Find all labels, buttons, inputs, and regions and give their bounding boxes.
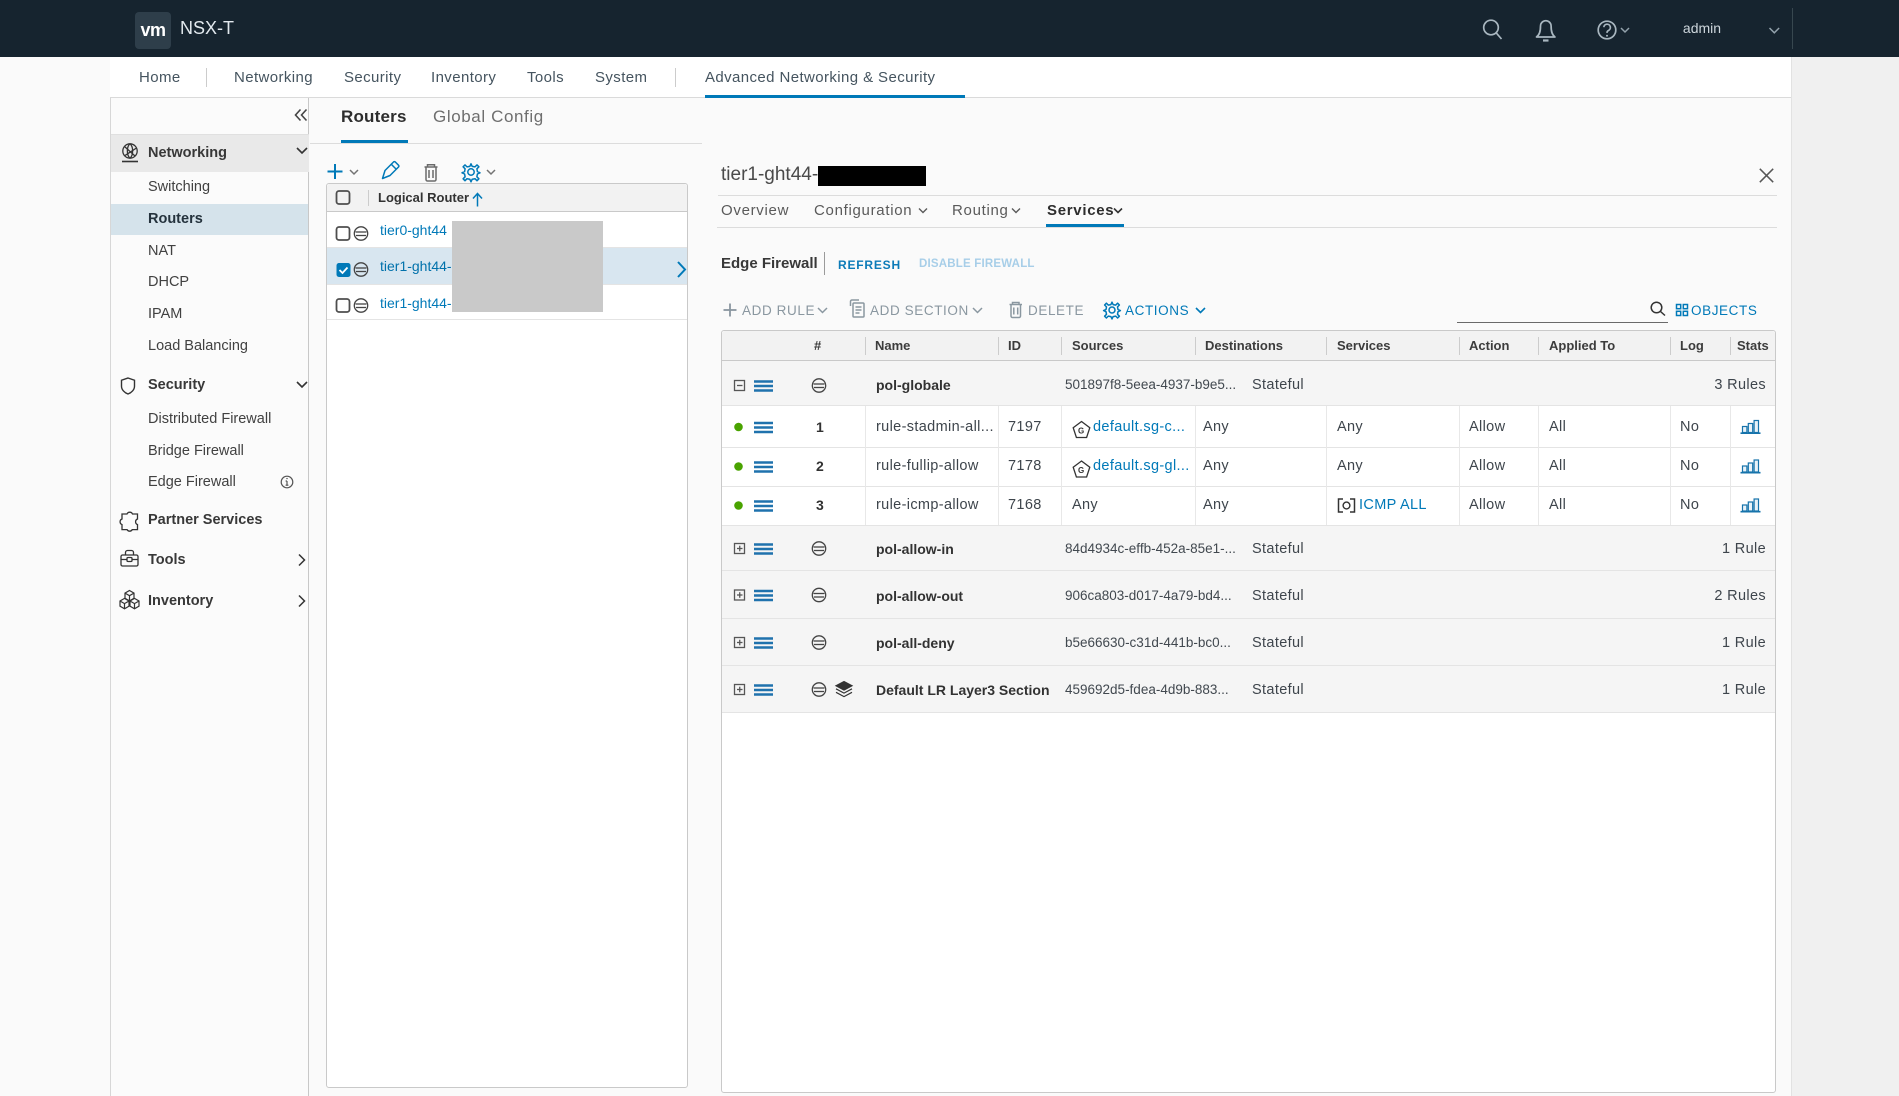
svg-text:G: G [1078, 466, 1084, 475]
svg-text:G: G [1078, 427, 1084, 436]
